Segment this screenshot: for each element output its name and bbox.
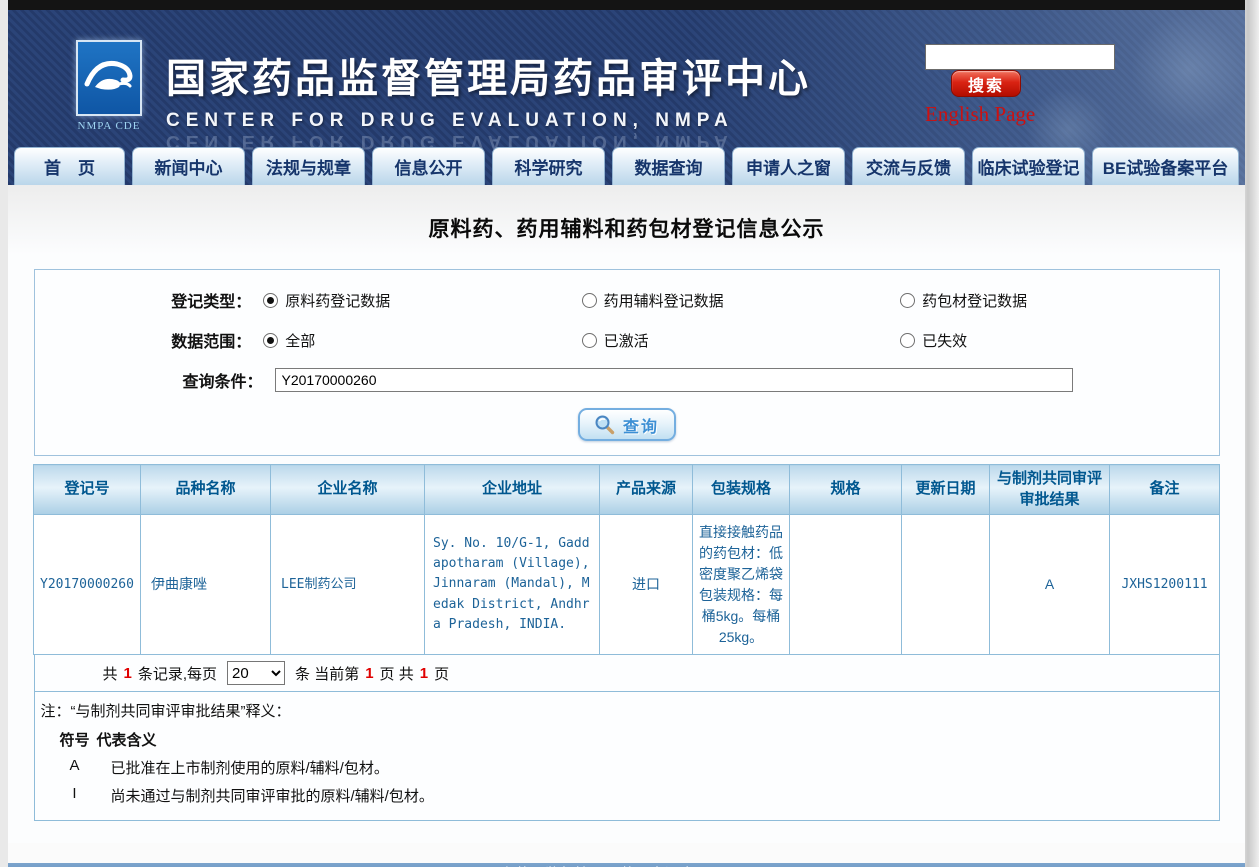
col-header-product-source: 产品来源 bbox=[600, 465, 693, 515]
header-search-area: 搜索 English Page bbox=[925, 44, 1215, 127]
notes-section: 注：“与制剂共同审评审批结果”释义： 符号 代表含义 A 已批准在上市制剂使用的… bbox=[35, 692, 1219, 820]
table-row: Y20170000260 伊曲康唑 LEE制药公司 Sy. No. 10/G-1… bbox=[34, 515, 1220, 655]
footer-copyright: Copyright © 国家药品监督管理局药品审评中心 All Right Re… bbox=[8, 863, 1245, 867]
col-header-package-spec: 包装规格 bbox=[693, 465, 790, 515]
pagination-bar: 共 1 条记录,每页 20 条 当前第 1 页 共 1 页 bbox=[35, 655, 1219, 692]
note-col-symbol: 符号 bbox=[53, 729, 97, 750]
tab-home[interactable]: 首 页 bbox=[14, 147, 125, 185]
radio-option-invalid[interactable]: 已失效 bbox=[900, 330, 1218, 351]
tab-regulations[interactable]: 法规与规章 bbox=[252, 147, 365, 185]
query-button[interactable]: 查询 bbox=[578, 408, 676, 441]
pagination-text: 共 bbox=[103, 663, 118, 684]
cell-product-name: 伊曲康唑 bbox=[141, 515, 271, 655]
col-header-spec: 规格 bbox=[790, 465, 902, 515]
query-label: 查询条件： bbox=[35, 368, 275, 392]
note-title: 注：“与制剂共同审评审批结果”释义： bbox=[41, 700, 1213, 721]
site-title-block: 国家药品监督管理局药品审评中心 CENTER FOR DRUG EVALUATI… bbox=[166, 46, 811, 152]
page: NMPA CDE 国家药品监督管理局药品审评中心 CENTER FOR DRUG… bbox=[8, 0, 1245, 867]
note-col-meaning: 代表含义 bbox=[97, 729, 157, 750]
col-header-company-name: 企业名称 bbox=[271, 465, 425, 515]
cde-logo[interactable]: NMPA CDE bbox=[70, 40, 148, 132]
tab-exchange-feedback[interactable]: 交流与反馈 bbox=[852, 147, 965, 185]
pagination-text: 页 bbox=[434, 663, 449, 684]
radio-icon[interactable] bbox=[263, 333, 278, 348]
table-footer-box: 共 1 条记录,每页 20 条 当前第 1 页 共 1 页 注：“与制剂共同审评… bbox=[34, 655, 1220, 821]
radio-option-activated[interactable]: 已激活 bbox=[582, 330, 900, 351]
query-button-row: 查询 bbox=[35, 408, 1219, 441]
tab-news[interactable]: 新闻中心 bbox=[132, 147, 245, 185]
query-form-panel: 登记类型： 原料药登记数据 药用辅料登记数据 药包材登记数据 数据范围： bbox=[34, 269, 1220, 456]
top-black-bar bbox=[8, 0, 1245, 10]
main-content: 原料药、药用辅料和药包材登记信息公示 登记类型： 原料药登记数据 药用辅料登记数… bbox=[8, 185, 1245, 843]
registration-table: 登记号 品种名称 企业名称 企业地址 产品来源 包装规格 规格 更新日期 与制剂… bbox=[33, 464, 1220, 655]
tab-be-trial-platform[interactable]: BE试验备案平台 bbox=[1092, 147, 1239, 185]
cell-package-spec: 直接接触药品的药包材：低密度聚乙烯袋包装规格：每桶5kg。每桶25kg。 bbox=[693, 515, 790, 655]
total-records-count: 1 bbox=[124, 665, 132, 682]
per-page-select[interactable]: 20 bbox=[227, 661, 285, 685]
cell-product-source: 进口 bbox=[600, 515, 693, 655]
col-header-reg-no: 登记号 bbox=[34, 465, 141, 515]
form-row-range: 数据范围： 全部 已激活 已失效 bbox=[35, 328, 1219, 352]
pagination-text: 条 当前第 bbox=[295, 663, 359, 684]
tab-science-research[interactable]: 科学研究 bbox=[492, 147, 605, 185]
cell-company-name: LEE制药公司 bbox=[271, 515, 425, 655]
range-label: 数据范围： bbox=[35, 328, 264, 352]
main-nav: 首 页 新闻中心 法规与规章 信息公开 科学研究 数据查询 申请人之窗 交流与反… bbox=[8, 147, 1245, 185]
note-row-i: I 尚未通过与制剂共同审评审批的原料/辅料/包材。 bbox=[53, 785, 1213, 806]
english-page-link[interactable]: English Page bbox=[925, 102, 1035, 127]
col-header-company-address: 企业地址 bbox=[425, 465, 600, 515]
query-condition-input[interactable] bbox=[275, 368, 1073, 392]
page-title: 原料药、药用辅料和药包材登记信息公示 bbox=[8, 185, 1245, 243]
col-header-remark: 备注 bbox=[1110, 465, 1220, 515]
tab-data-query[interactable]: 数据查询 bbox=[612, 147, 725, 185]
cell-remark: JXHS1200111 bbox=[1110, 515, 1220, 655]
radio-icon[interactable] bbox=[900, 333, 915, 348]
tab-clinical-trial-registry[interactable]: 临床试验登记 bbox=[972, 147, 1085, 185]
current-page-number: 1 bbox=[365, 665, 373, 682]
query-button-label: 查询 bbox=[623, 413, 659, 437]
bird-swoosh-icon bbox=[83, 50, 135, 106]
form-row-query: 查询条件： bbox=[35, 368, 1219, 392]
total-pages-count: 1 bbox=[420, 665, 428, 682]
radio-icon[interactable] bbox=[582, 333, 597, 348]
site-title-cn: 国家药品监督管理局药品审评中心 bbox=[166, 46, 811, 104]
header-search-button[interactable]: 搜索 bbox=[951, 70, 1021, 97]
cell-update-date bbox=[902, 515, 990, 655]
tab-info-disclosure[interactable]: 信息公开 bbox=[372, 147, 485, 185]
site-header: NMPA CDE 国家药品监督管理局药品审评中心 CENTER FOR DRUG… bbox=[8, 10, 1245, 185]
logo-caption: NMPA CDE bbox=[70, 120, 148, 132]
table-header-row: 登记号 品种名称 企业名称 企业地址 产品来源 包装规格 规格 更新日期 与制剂… bbox=[34, 465, 1220, 515]
radio-icon[interactable] bbox=[263, 293, 278, 308]
cell-spec bbox=[790, 515, 902, 655]
radio-option-raw-material[interactable]: 原料药登记数据 bbox=[263, 290, 581, 311]
note-meaning: 尚未通过与制剂共同审评审批的原料/辅料/包材。 bbox=[111, 785, 434, 806]
col-header-update-date: 更新日期 bbox=[902, 465, 990, 515]
type-label: 登记类型： bbox=[35, 288, 264, 312]
radio-icon[interactable] bbox=[582, 293, 597, 308]
note-symbol: A bbox=[53, 757, 97, 778]
cde-logo-icon bbox=[76, 40, 142, 116]
col-header-joint-review: 与制剂共同审评审批结果 bbox=[990, 465, 1110, 515]
cell-joint-review-result: A bbox=[990, 515, 1110, 655]
tab-applicant-window[interactable]: 申请人之窗 bbox=[732, 147, 845, 185]
pagination-text: 条记录,每页 bbox=[138, 663, 217, 684]
pagination-text: 页 共 bbox=[380, 663, 414, 684]
note-symbol: I bbox=[53, 785, 97, 806]
header-search-input[interactable] bbox=[925, 44, 1115, 70]
radio-option-excipient[interactable]: 药用辅料登记数据 bbox=[582, 290, 900, 311]
note-meaning: 已批准在上市制剂使用的原料/辅料/包材。 bbox=[111, 757, 389, 778]
cell-company-address: Sy. No. 10/G-1, Gaddapotharam (Village),… bbox=[425, 515, 600, 655]
form-row-type: 登记类型： 原料药登记数据 药用辅料登记数据 药包材登记数据 bbox=[35, 288, 1219, 312]
radio-option-all[interactable]: 全部 bbox=[263, 330, 581, 351]
note-row-a: A 已批准在上市制剂使用的原料/辅料/包材。 bbox=[53, 757, 1213, 778]
col-header-product-name: 品种名称 bbox=[141, 465, 271, 515]
radio-icon[interactable] bbox=[900, 293, 915, 308]
site-footer: Copyright © 国家药品监督管理局药品审评中心 All Right Re… bbox=[8, 863, 1245, 867]
note-column-headers: 符号 代表含义 bbox=[53, 729, 1213, 750]
radio-option-packaging[interactable]: 药包材登记数据 bbox=[900, 290, 1218, 311]
site-title-en: CENTER FOR DRUG EVALUATION, NMPA bbox=[166, 110, 811, 132]
cell-reg-no: Y20170000260 bbox=[34, 515, 141, 655]
magnifier-icon bbox=[594, 414, 615, 435]
